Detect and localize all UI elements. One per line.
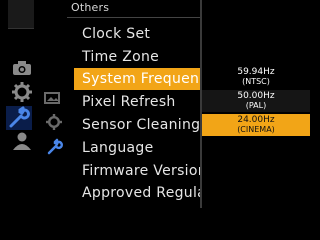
- menu-item-clock-set[interactable]: Clock Set: [74, 23, 200, 45]
- tab-frame: [8, 0, 34, 29]
- wrench-icon[interactable]: [6, 106, 32, 130]
- gear-icon[interactable]: [12, 82, 32, 102]
- option-59-94hz[interactable]: 59.94Hz (NTSC): [202, 66, 310, 88]
- menu-item-sensor-cleaning[interactable]: Sensor Cleaning: [74, 114, 200, 136]
- option-system-label: (CINEMA): [237, 125, 275, 134]
- option-hz-label: 24.00Hz: [237, 115, 275, 125]
- section-title: Others: [71, 1, 110, 14]
- photo-icon[interactable]: [44, 90, 60, 104]
- option-system-label: (PAL): [245, 101, 267, 110]
- wrench-small-icon[interactable]: [46, 138, 64, 156]
- header-divider: [67, 17, 200, 18]
- option-24-00hz[interactable]: 24.00Hz (CINEMA): [202, 114, 310, 136]
- menu-item-system-frequency[interactable]: System Frequency: [74, 68, 200, 90]
- camera-icon[interactable]: [12, 60, 32, 76]
- menu-item-language[interactable]: Language: [74, 137, 200, 159]
- settings-menu: Clock Set Time Zone System Frequency Pix…: [74, 20, 200, 208]
- menu-item-time-zone[interactable]: Time Zone: [74, 46, 200, 68]
- option-50-00hz[interactable]: 50.00Hz (PAL): [202, 90, 310, 112]
- camera-menu-screen: Others Clock Set Time Zone System Freque…: [0, 0, 312, 208]
- menu-tab-column: [0, 0, 72, 208]
- menu-item-firmware-version[interactable]: Firmware Version: [74, 160, 200, 182]
- person-icon[interactable]: [12, 132, 32, 150]
- option-hz-label: 59.94Hz: [237, 67, 275, 77]
- option-hz-label: 50.00Hz: [237, 91, 275, 101]
- menu-item-approved-regulations[interactable]: Approved Regulations: [74, 182, 200, 204]
- gear-small-icon[interactable]: [46, 114, 62, 130]
- menu-item-pixel-refresh[interactable]: Pixel Refresh: [74, 91, 200, 113]
- option-system-label: (NTSC): [242, 77, 270, 86]
